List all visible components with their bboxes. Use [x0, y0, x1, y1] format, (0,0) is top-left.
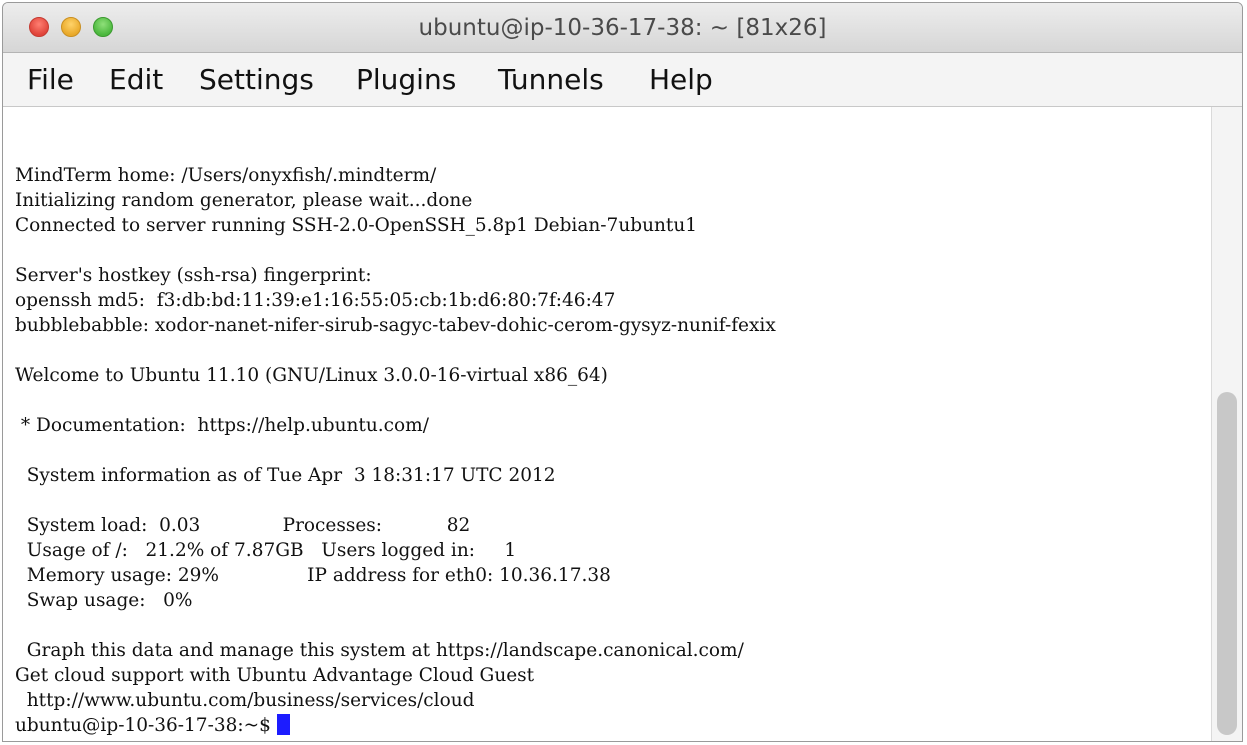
menu-bar: File Edit Settings Plugins Tunnels Help — [3, 53, 1242, 107]
terminal-window: ubuntu@ip-10-36-17-38: ~ [81x26] File Ed… — [2, 2, 1243, 742]
menu-help[interactable]: Help — [649, 63, 713, 96]
menu-edit[interactable]: Edit — [109, 63, 163, 96]
terminal-line: Welcome to Ubuntu 11.10 (GNU/Linux 3.0.0… — [15, 365, 608, 386]
terminal-line: Server's hostkey (ssh-rsa) fingerprint: — [15, 265, 372, 286]
title-bar[interactable]: ubuntu@ip-10-36-17-38: ~ [81x26] — [3, 3, 1242, 53]
terminal-line: openssh md5: f3:db:bd:11:39:e1:16:55:05:… — [15, 290, 616, 311]
terminal-line: Graph this data and manage this system a… — [15, 640, 744, 661]
terminal-line: http://www.ubuntu.com/business/services/… — [15, 690, 475, 711]
menu-file[interactable]: File — [27, 63, 74, 96]
text-cursor — [276, 714, 290, 735]
scrollbar-thumb[interactable] — [1217, 392, 1237, 735]
terminal-line: MindTerm home: /Users/onyxfish/.mindterm… — [15, 165, 437, 186]
vertical-scrollbar[interactable] — [1211, 107, 1242, 741]
terminal-line: Connected to server running SSH-2.0-Open… — [15, 215, 698, 236]
terminal-output[interactable]: MindTerm home: /Users/onyxfish/.mindterm… — [3, 107, 1211, 741]
terminal-line: * Documentation: https://help.ubuntu.com… — [15, 415, 429, 436]
terminal-line: Memory usage: 29% IP address for eth0: 1… — [15, 565, 611, 586]
terminal-line: Initializing random generator, please wa… — [15, 190, 473, 211]
terminal-line: System information as of Tue Apr 3 18:31… — [15, 465, 556, 486]
terminal-line: System load: 0.03 Processes: 82 — [15, 515, 471, 536]
menu-plugins[interactable]: Plugins — [356, 63, 456, 96]
menu-tunnels[interactable]: Tunnels — [498, 63, 604, 96]
terminal-line: Usage of /: 21.2% of 7.87GB Users logged… — [15, 540, 517, 561]
window-title: ubuntu@ip-10-36-17-38: ~ [81x26] — [418, 15, 827, 41]
menu-settings[interactable]: Settings — [199, 63, 314, 96]
terminal-line: bubblebabble: xodor-nanet-nifer-sirub-sa… — [15, 315, 776, 336]
terminal-line: Swap usage: 0% — [15, 590, 193, 611]
terminal-line: Get cloud support with Ubuntu Advantage … — [15, 665, 535, 686]
terminal-prompt-line[interactable]: ubuntu@ip-10-36-17-38:~$ — [15, 713, 290, 738]
shell-prompt: ubuntu@ip-10-36-17-38:~$ — [15, 715, 271, 736]
